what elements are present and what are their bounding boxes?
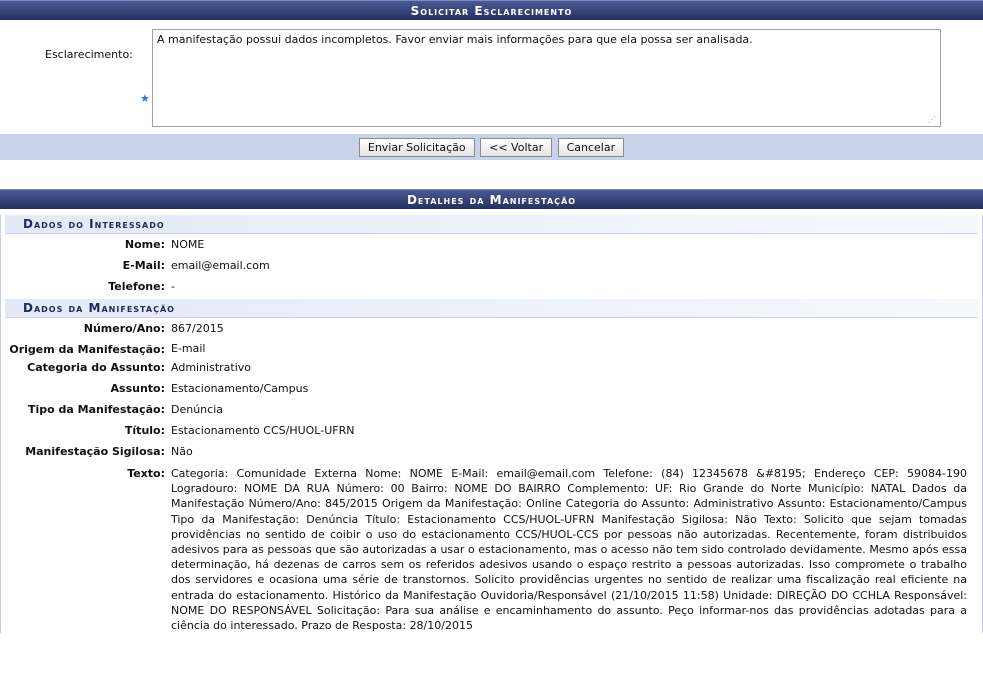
interessado-table: Nome: NOME E-Mail: email@email.com Telef… bbox=[1, 234, 981, 297]
categoria-label: Categoria do Assunto: bbox=[27, 361, 165, 374]
form-panel-title: Solicitar Esclarecimento bbox=[0, 0, 983, 20]
table-row: Telefone: - bbox=[1, 276, 981, 297]
table-row: Assunto: Estacionamento/Campus bbox=[1, 378, 981, 399]
texto-label: Texto: bbox=[127, 467, 165, 480]
nome-value: NOME bbox=[171, 238, 205, 251]
tipo-value: Denúncia bbox=[171, 403, 223, 416]
manifestacao-table: Número/Ano: 867/2015 Origem da Manifesta… bbox=[1, 318, 981, 633]
table-row: E-Mail: email@email.com bbox=[1, 255, 981, 276]
categoria-value: Administrativo bbox=[171, 361, 252, 374]
email-label: E-Mail: bbox=[122, 259, 165, 272]
titulo-label: Título: bbox=[124, 424, 165, 437]
telefone-label: Telefone: bbox=[108, 280, 165, 293]
required-star-icon: ★ bbox=[140, 92, 150, 105]
nome-label: Nome: bbox=[124, 238, 165, 251]
solicitar-esclarecimento-panel: Solicitar Esclarecimento Esclarecimento:… bbox=[0, 0, 983, 160]
numero-value: 867/2015 bbox=[171, 322, 224, 335]
resize-grip-icon[interactable]: ⋰ bbox=[928, 116, 937, 125]
details-panel-title: Detalhes da Manifestação bbox=[0, 189, 983, 209]
table-row: Manifestação Sigilosa: Não bbox=[1, 441, 981, 462]
table-row: Título: Estacionamento CCS/HUOL-UFRN bbox=[1, 420, 981, 441]
numero-label: Número/Ano: bbox=[83, 322, 165, 335]
detalhes-manifestacao-panel: Detalhes da Manifestação Dados do Intere… bbox=[0, 189, 983, 634]
esclarecimento-textarea[interactable]: A manifestação possui dados incompletos.… bbox=[152, 29, 941, 127]
texto-value: Categoria: Comunidade Externa Nome: NOME… bbox=[171, 467, 967, 633]
origem-label: Origem da Manifestação: bbox=[9, 343, 165, 356]
table-row: Tipo da Manifestação: Denúncia bbox=[1, 399, 981, 420]
tipo-label: Tipo da Manifestação: bbox=[27, 403, 165, 416]
telefone-value: - bbox=[171, 280, 175, 293]
titulo-value: Estacionamento CCS/HUOL-UFRN bbox=[171, 424, 355, 437]
table-row: Texto: Categoria: Comunidade Externa Nom… bbox=[1, 462, 981, 633]
origem-value: E-mail bbox=[171, 341, 206, 355]
form-area: Esclarecimento: ★ A manifestação possui … bbox=[0, 20, 983, 134]
table-row: Nome: NOME bbox=[1, 234, 981, 255]
assunto-value: Estacionamento/Campus bbox=[171, 382, 309, 395]
sigilosa-value: Não bbox=[171, 445, 193, 458]
button-bar: Enviar Solicitação << Voltar Cancelar bbox=[0, 134, 983, 160]
table-row: Número/Ano: 867/2015 bbox=[1, 318, 981, 339]
enviar-solicitacao-button[interactable]: Enviar Solicitação bbox=[358, 138, 475, 157]
email-value: email@email.com bbox=[171, 259, 270, 272]
section-title-interessado: Dados do Interessado bbox=[5, 215, 978, 234]
details-body: Dados do Interessado Nome: NOME E-Mail: … bbox=[0, 215, 983, 634]
sigilosa-label: Manifestação Sigilosa: bbox=[25, 445, 165, 458]
section-title-manifestacao: Dados da Manifestação bbox=[5, 299, 978, 318]
table-row: Origem da Manifestação: E-mail bbox=[1, 339, 981, 357]
voltar-button[interactable]: << Voltar bbox=[480, 138, 553, 157]
table-row: Categoria do Assunto: Administrativo bbox=[1, 357, 981, 378]
cancelar-button[interactable]: Cancelar bbox=[557, 138, 625, 157]
assunto-label: Assunto: bbox=[110, 382, 165, 395]
esclarecimento-label: Esclarecimento: bbox=[45, 48, 133, 61]
